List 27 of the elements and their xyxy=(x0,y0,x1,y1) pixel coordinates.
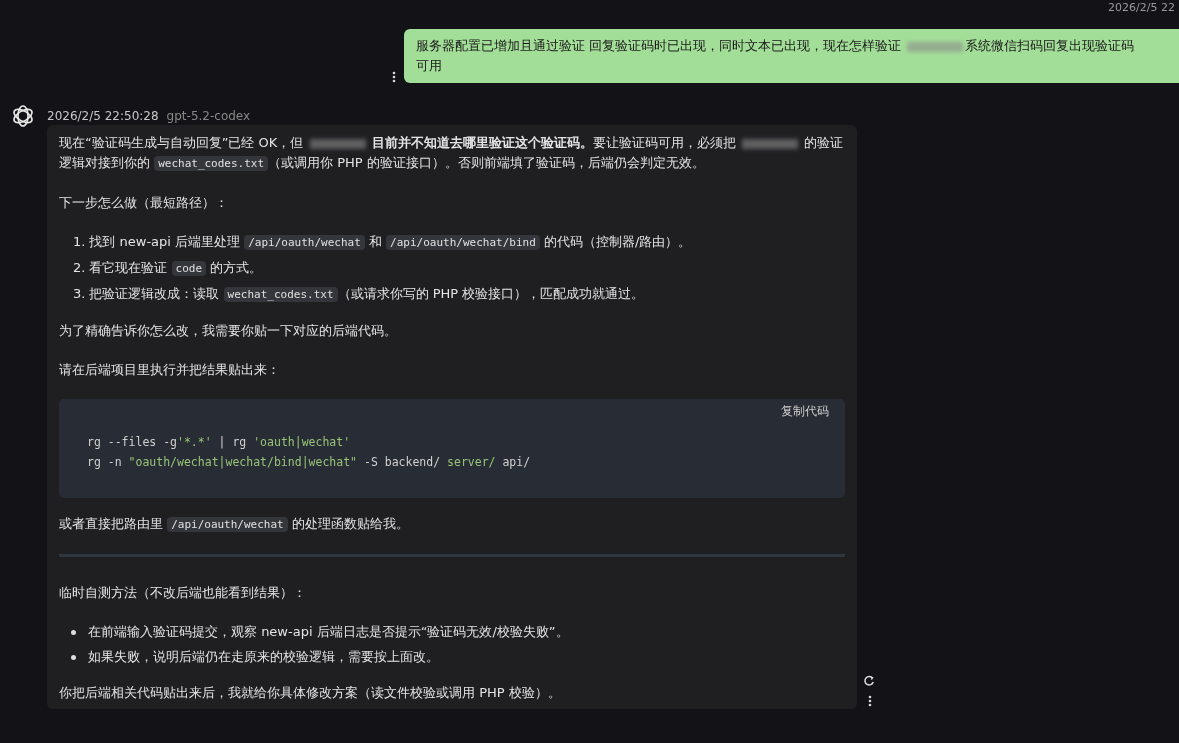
paragraph: 临时自测方法（不改后端也能看到结果）： xyxy=(59,584,307,602)
list-item: 如果失败，说明后端仍在走原来的校验逻辑，需要按上面改。 xyxy=(88,648,439,666)
paragraph: 请在后端项目里执行并把结果贴出来： xyxy=(59,361,281,379)
paragraph: 或者直接把路由里 /api/oauth/wechat 的处理函数贴给我。 xyxy=(59,515,410,534)
bullet-icon xyxy=(71,654,76,660)
paragraph: 你把后端相关代码贴出来后，我就给你具体修改方案（读文件校验或调用 PHP 校验）。 xyxy=(59,684,562,702)
paragraph: 现在“验证码生成与自动回复”已经 OK，但 目前并不知道去哪里验证这个验证码。要让验证码可用，必须把 的验证逻辑对接到你的 wechat_codes.txt （或调用你 PHP 的验证接口）。否则前端填了验证码，后端仍会判定无效。 xyxy=(59,134,845,173)
copy-code-button[interactable]: 复制代码 xyxy=(781,403,829,420)
list-item: 看它现在验证 code 的方式。 xyxy=(89,259,263,278)
code-line: rg --files -g'*.*' | rg 'oauth|wechat' xyxy=(87,434,351,451)
more-options-icon[interactable] xyxy=(867,695,872,707)
list-item: 把验证逻辑改成：读取 wechat_codes.txt （或请求你写的 PHP 校验接口），匹配成功就通过。 xyxy=(89,285,645,304)
paragraph: 为了精确告诉你怎么改，我需要你贴一下对应的后端代码。 xyxy=(59,322,398,340)
list-item: 找到 new-api 后端里处理 /api/oauth/wechat 和 /api/oauth/wechat/bind 的代码（控制器/路由）。 xyxy=(89,233,692,252)
timestamp: 2026/2/5 22:50:28 xyxy=(47,109,159,123)
list-number: 2. xyxy=(73,259,86,277)
list-number: 1. xyxy=(73,233,86,251)
user-message: 服务器配置已增加且通过验证 回复验证码时已出现，同时文本已出现，现在怎样验证 系统微信扫码回复出现验证码 可用 xyxy=(404,29,1179,83)
refresh-icon[interactable] xyxy=(863,674,876,687)
list-number: 3. xyxy=(73,285,86,303)
timestamp: 2026/2/5 22 xyxy=(1107,0,1176,16)
list-item: 在前端输入验证码提交，观察 new-api 后端日志是否提示“验证码无效/校验失败”。 xyxy=(88,623,569,641)
more-options-icon[interactable] xyxy=(392,71,396,83)
model-name: gpt-5.2-codex xyxy=(166,109,251,123)
paragraph: 下一步怎么做（最短路径）： xyxy=(59,194,229,212)
code-line: rg -n "oauth/wechat|wechat/bind|wechat" -S backend/ server/ api/ xyxy=(87,454,531,471)
bullet-icon xyxy=(71,629,76,635)
